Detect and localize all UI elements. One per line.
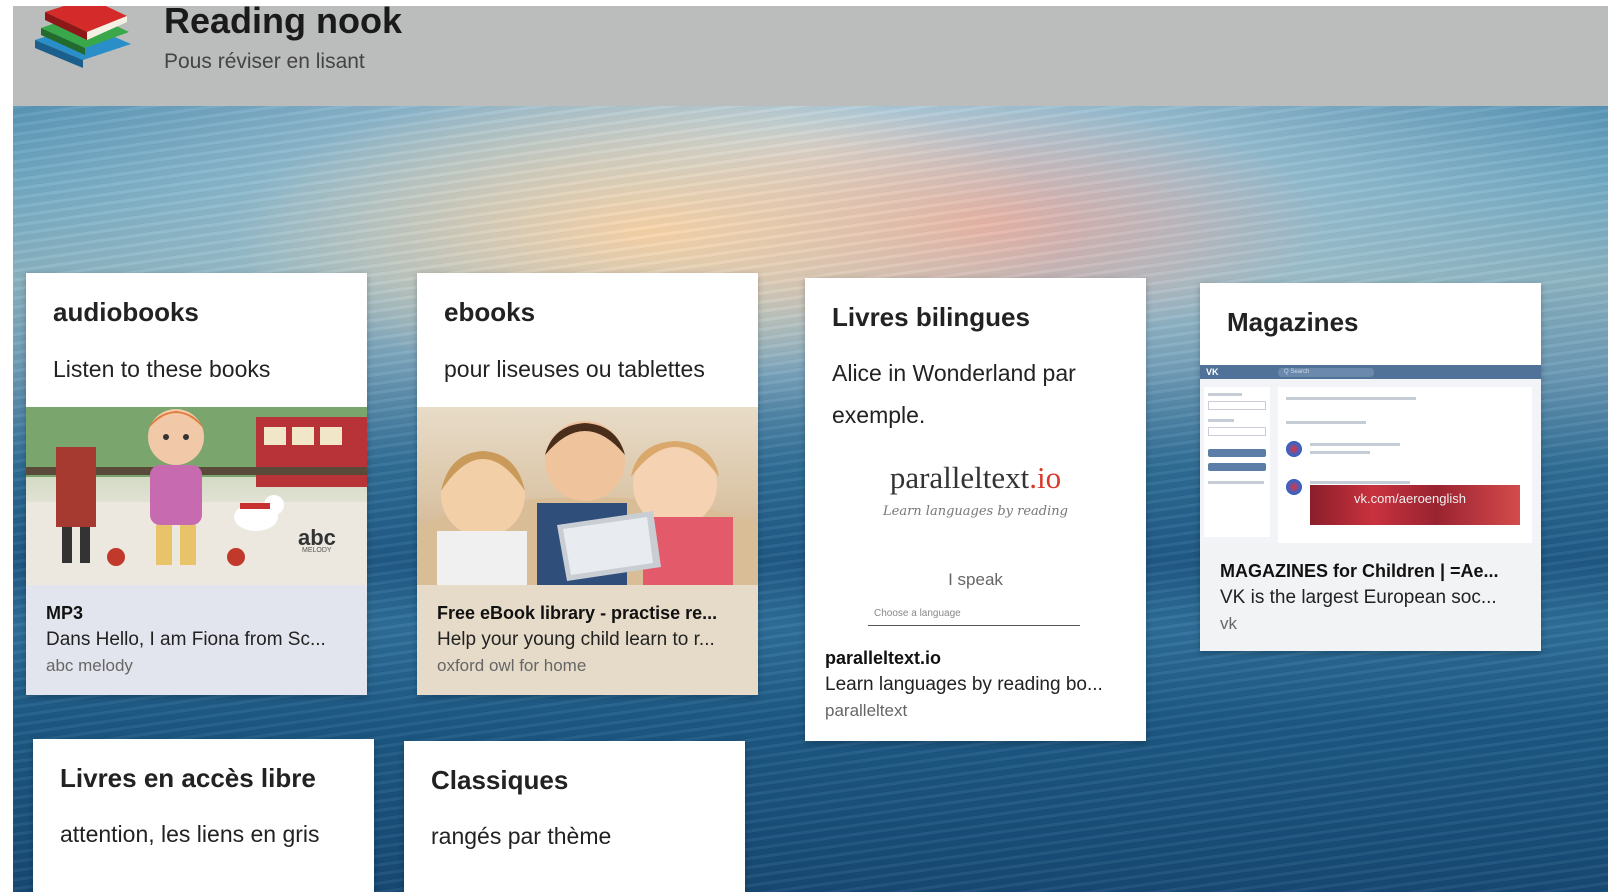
link-title: MAGAZINES for Children | =Ae... xyxy=(1220,561,1499,581)
paralleltext-logo: paralleltext.io xyxy=(889,460,1062,495)
language-select[interactable]: Choose a language xyxy=(868,602,1080,626)
link-meta[interactable]: Free eBook library - practise re... Help… xyxy=(417,585,758,695)
link-source: oxford owl for home xyxy=(437,656,587,675)
card-classiques[interactable]: Classiques rangés par thème xyxy=(404,741,745,892)
link-source: abc melody xyxy=(46,656,133,675)
vk-login-panel xyxy=(1204,387,1270,537)
link-preview-image[interactable] xyxy=(417,407,758,585)
books-logo-icon[interactable] xyxy=(27,6,137,78)
card-livres-acces-libre[interactable]: Livres en accès libre attention, les lie… xyxy=(33,739,374,892)
card-description: Listen to these books xyxy=(53,356,271,382)
link-description: VK is the largest European soc... xyxy=(1220,587,1497,608)
card-livres-bilingues[interactable]: Livres bilingues Alice in Wonderland par… xyxy=(805,278,1146,741)
vk-topbar: VK Q Search xyxy=(1200,365,1541,379)
card-description: pour liseuses ou tablettes xyxy=(444,356,705,382)
card-audiobooks[interactable]: audiobooks Listen to these books abc MEL… xyxy=(26,273,367,695)
link-meta[interactable]: MAGAZINES for Children | =Ae... VK is th… xyxy=(1200,543,1541,651)
link-description: Help your young child learn to r... xyxy=(437,629,715,650)
card-description: rangés par thème xyxy=(431,823,612,849)
link-title: Free eBook library - practise re... xyxy=(437,603,718,623)
link-source: vk xyxy=(1220,614,1237,633)
card-ebooks[interactable]: ebooks pour liseuses ou tablettes Free e… xyxy=(417,273,758,695)
card-title: ebooks xyxy=(444,297,536,327)
link-description: Learn languages by reading bo... xyxy=(825,674,1103,695)
paralleltext-tagline: Learn languages by reading xyxy=(883,504,1068,519)
link-preview-image[interactable]: VK Q Search vk.com/aeroenglish xyxy=(1200,365,1541,543)
card-title: audiobooks xyxy=(53,297,199,327)
speak-label: I speak xyxy=(948,570,1003,589)
vk-search-bar: Q Search xyxy=(1278,368,1374,377)
card-title: Classiques xyxy=(431,765,569,795)
site-title: Reading nook xyxy=(164,6,403,41)
vk-magazine-image: vk.com/aeroenglish xyxy=(1310,485,1520,525)
link-source: paralleltext xyxy=(825,701,908,720)
link-title: MP3 xyxy=(46,603,84,623)
link-description: Dans Hello, I am Fiona from Sc... xyxy=(46,629,326,650)
site-subtitle: Pous réviser en lisant xyxy=(164,50,365,73)
card-description: Alice in Wonderland par exemple. xyxy=(832,360,1076,428)
link-title: paralleltext.io xyxy=(825,648,942,668)
vk-logo-icon: VK xyxy=(1206,367,1219,377)
vk-watermark: vk.com/aeroenglish xyxy=(1354,491,1466,506)
card-title: Livres en accès libre xyxy=(60,763,316,793)
card-title: Livres bilingues xyxy=(832,302,1030,332)
page: Reading nook Pous réviser en lisant audi… xyxy=(13,6,1608,892)
card-magazines[interactable]: Magazines VK Q Search vk.com/aeroenglish… xyxy=(1200,283,1541,651)
card-description: attention, les liens en gris xyxy=(60,821,320,847)
link-meta[interactable]: MP3 Dans Hello, I am Fiona from Sc... ab… xyxy=(26,585,367,695)
card-title: Magazines xyxy=(1227,307,1359,337)
preview-brand-subtext: MELODY xyxy=(302,547,332,554)
link-preview-image[interactable]: abc MELODY xyxy=(26,407,367,585)
site-header: Reading nook Pous réviser en lisant xyxy=(13,6,1608,106)
link-meta[interactable]: paralleltext.io Learn languages by readi… xyxy=(805,630,1146,740)
